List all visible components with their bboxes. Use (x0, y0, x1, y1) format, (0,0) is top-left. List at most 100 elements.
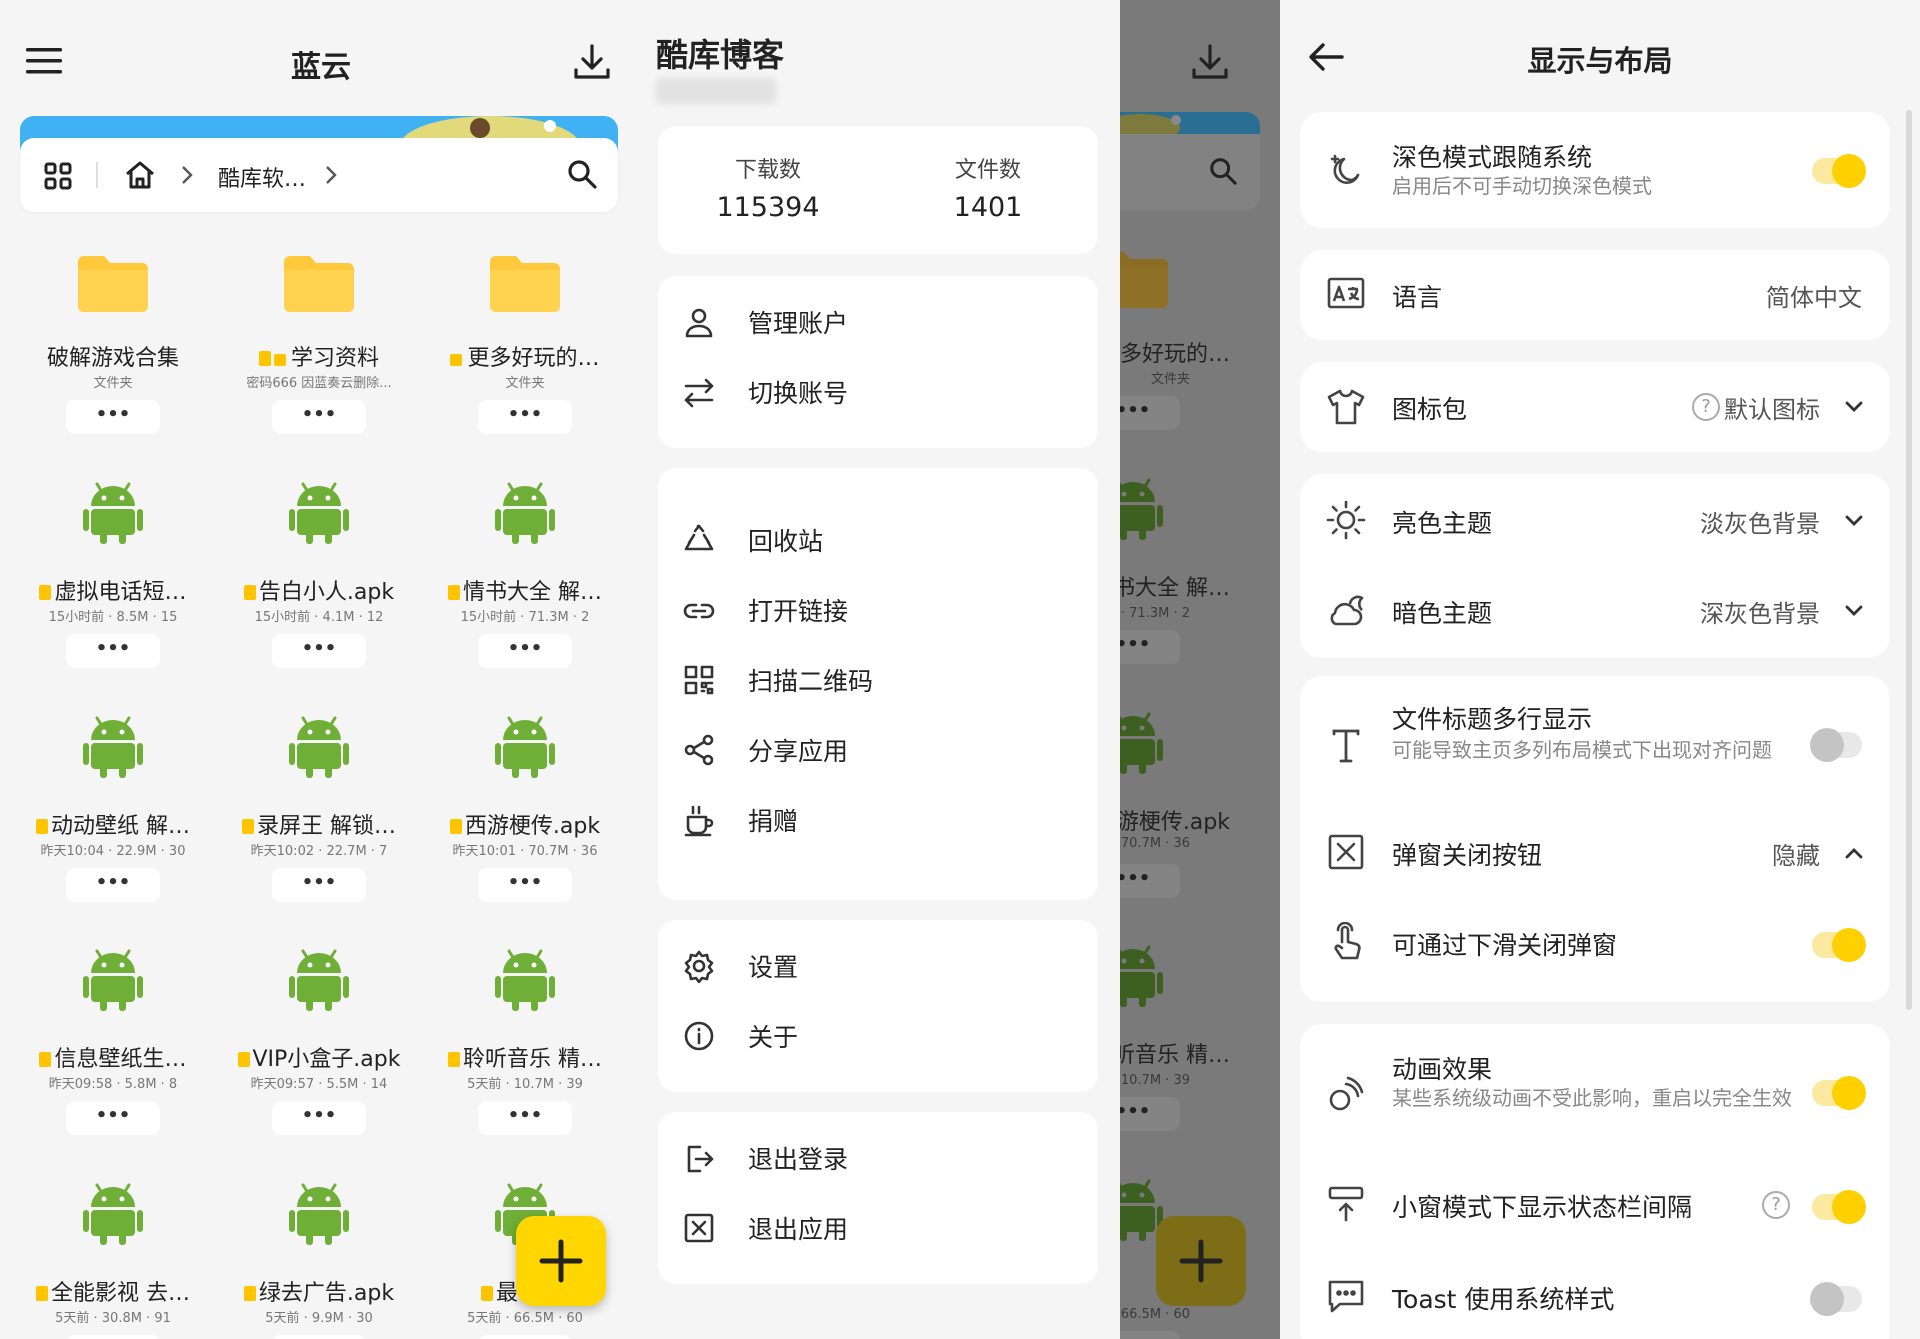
banner-image (1120, 112, 1260, 134)
file-name: 情书大全 解… (1120, 576, 1230, 601)
home-icon[interactable] (124, 160, 156, 190)
file-name: 信息壁纸生… (10, 1041, 216, 1073)
drawer-item[interactable]: 管理账户 (682, 302, 848, 342)
share-icon (682, 733, 716, 767)
android-icon (1120, 476, 1163, 540)
more-button[interactable]: ••• (66, 634, 160, 668)
scrollbar[interactable] (1906, 110, 1912, 1010)
animation-toggle[interactable] (1812, 1076, 1866, 1110)
more-button: ••• (1120, 1331, 1180, 1339)
drawer-item[interactable]: 捐赠 (682, 800, 798, 840)
drawer-item[interactable]: 分享应用 (682, 730, 848, 770)
row-title: 动画效果 (1392, 1055, 1493, 1084)
more-button[interactable]: ••• (478, 400, 572, 434)
more-button[interactable]: ••• (478, 1335, 572, 1339)
chevron-down-icon (1842, 509, 1866, 533)
android-icon (495, 947, 555, 1011)
dark-follow-toggle[interactable] (1812, 154, 1866, 188)
close-button-value: 隐藏 (1772, 842, 1820, 870)
search-icon[interactable] (566, 158, 598, 190)
more-button[interactable]: ••• (272, 868, 366, 902)
dimmed-main-overlay[interactable]: 更多好玩的… 文件夹 ••• 情书大全 解… 小时前 · 71.3M · 2 ••• 西游梗… (1120, 0, 1280, 1339)
grid-view-icon[interactable] (44, 162, 72, 190)
more-button[interactable]: ••• (272, 1335, 366, 1339)
more-button[interactable]: ••• (66, 1101, 160, 1135)
dark-theme-value: 深灰色背景 (1700, 600, 1820, 628)
drawer-item[interactable]: 扫描二维码 (682, 660, 873, 700)
file-name: 录屏王 解锁… (216, 808, 422, 840)
row-desc: 可能导致主页多列布局模式下出现对齐问题 (1392, 738, 1772, 762)
file-meta: 文件夹 (505, 376, 545, 391)
download-icon[interactable] (572, 42, 612, 82)
file-name: 告白小人.apk (216, 574, 422, 606)
file-tag-icon (36, 1286, 48, 1301)
file-tag-icon (481, 1286, 493, 1301)
drawer-item-label: 切换账号 (748, 379, 849, 408)
gear-icon (682, 949, 716, 983)
android-icon (83, 480, 143, 544)
row-title: 图标包 (1392, 395, 1468, 424)
drawer-item-label: 关于 (748, 1023, 799, 1052)
help-icon[interactable]: ? (1762, 1191, 1790, 1219)
swipe-close-row[interactable]: 可通过下滑关闭弹窗 (1300, 898, 1890, 990)
more-button[interactable]: ••• (66, 1335, 160, 1339)
toast-toggle[interactable] (1810, 1282, 1862, 1316)
light-theme-row[interactable]: 亮色主题 淡灰色背景 (1300, 474, 1890, 566)
drawer-item[interactable]: 回收站 (682, 520, 823, 560)
lock-icon (450, 354, 463, 366)
search-icon (1208, 156, 1238, 186)
breadcrumb-folder[interactable]: 酷库软… (218, 161, 306, 193)
more-button[interactable]: ••• (66, 868, 160, 902)
coffee-icon (682, 803, 716, 837)
file-name-text: 录屏王 解锁… (257, 814, 396, 839)
language-row[interactable]: 语言 简体中文 (1300, 250, 1890, 340)
more-button[interactable]: ••• (272, 1101, 366, 1135)
file-name: 动动壁纸 解… (10, 808, 216, 840)
more-button[interactable]: ••• (478, 1101, 572, 1135)
close-button-row[interactable]: 弹窗关闭按钮 隐藏 (1300, 806, 1890, 898)
drawer-item[interactable]: 切换账号 (682, 372, 848, 412)
chevron-up-icon (1842, 841, 1866, 865)
translate-icon (1326, 275, 1366, 315)
more-button[interactable]: ••• (478, 868, 572, 902)
qr-icon (682, 663, 716, 697)
status-gap-row[interactable]: 小窗模式下显示状态栏间隔 ? (1300, 1158, 1890, 1250)
language-card: 语言 简体中文 (1300, 250, 1890, 340)
display-layout-settings: 显示与布局 深色模式跟随系统 启用后不可手动切换深色模式 语言 简体中文 图标包… (1280, 0, 1920, 1339)
drawer-item[interactable]: 设置 (682, 946, 798, 986)
folder-icon (1120, 250, 1170, 310)
drawer-item-label: 打开链接 (748, 597, 849, 626)
more-button[interactable]: ••• (478, 634, 572, 668)
dark-mode-follow-row[interactable]: 深色模式跟随系统 启用后不可手动切换深色模式 (1300, 112, 1890, 228)
row-title: 亮色主题 (1392, 509, 1493, 538)
more-button[interactable]: ••• (66, 400, 160, 434)
more-button[interactable]: ••• (272, 634, 366, 668)
file-name-text: 聆听音乐 精… (463, 1047, 602, 1072)
drawer-item-label: 分享应用 (748, 737, 849, 766)
file-name: 聆听音乐 精… (1120, 1043, 1230, 1068)
more-button[interactable]: ••• (272, 400, 366, 434)
file-tag-icon (242, 819, 254, 834)
multiline-toggle[interactable] (1810, 728, 1862, 762)
android-icon (289, 1181, 349, 1245)
help-icon[interactable]: ? (1692, 393, 1720, 421)
drawer-item[interactable]: 退出登录 (682, 1138, 848, 1178)
drawer-item[interactable]: 打开链接 (682, 590, 848, 630)
toast-row[interactable]: Toast 使用系统样式 (1300, 1250, 1890, 1339)
drawer-item[interactable]: 退出应用 (682, 1208, 848, 1248)
row-title: 深色模式跟随系统 (1392, 143, 1593, 172)
icon-pack-row[interactable]: 图标包 ? 默认图标 (1300, 362, 1890, 452)
drawer-item-label: 捐赠 (748, 807, 799, 836)
file-name-text: 破解游戏合集 (46, 346, 179, 371)
status-gap-toggle[interactable] (1812, 1190, 1866, 1224)
animation-row[interactable]: 动画效果 某些系统级动画不受此影响，重启以完全生效 (1300, 1024, 1890, 1158)
swipe-close-toggle[interactable] (1812, 928, 1866, 962)
folder-icon (488, 254, 562, 314)
multiline-row[interactable]: 文件标题多行显示 可能导致主页多列布局模式下出现对齐问题 (1300, 676, 1890, 806)
file-meta: 昨天09:58 · 5.8M · 8 (48, 1077, 178, 1092)
app-title: 蓝云 (291, 50, 351, 85)
add-fab[interactable] (516, 1216, 606, 1306)
drawer-item[interactable]: 关于 (682, 1016, 798, 1056)
dark-theme-row[interactable]: 暗色主题 深灰色背景 (1300, 566, 1890, 658)
more-button: ••• (1120, 1097, 1180, 1131)
